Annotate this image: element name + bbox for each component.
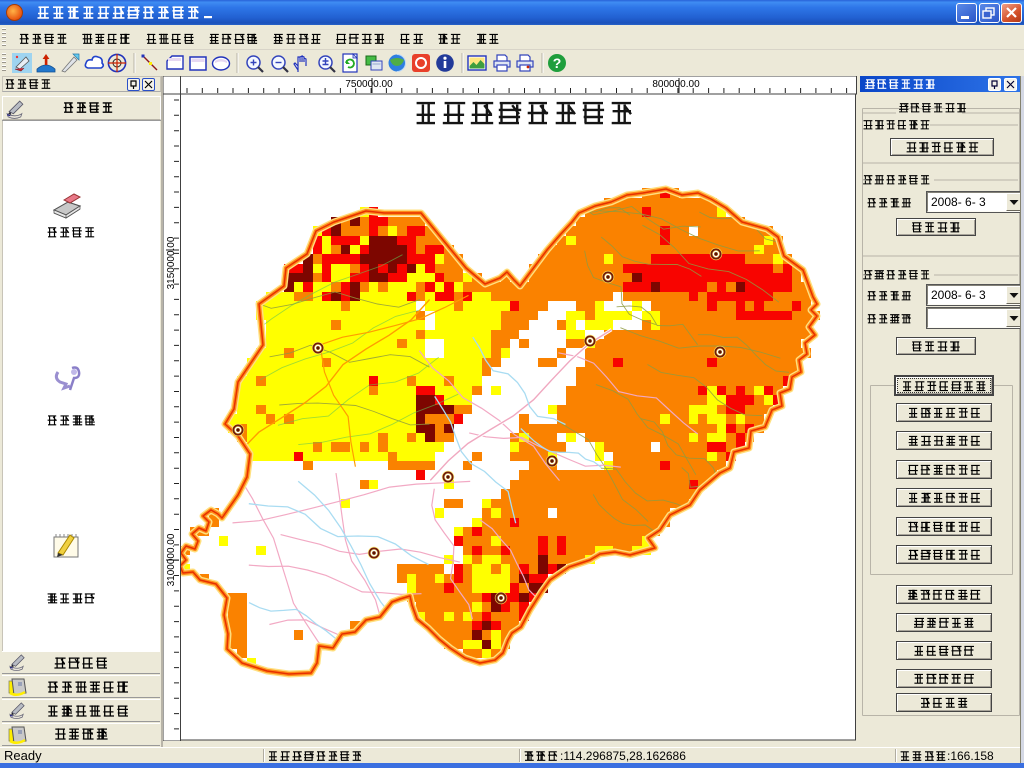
svg-text::166.158: :166.158 (947, 749, 994, 763)
svg-text::114.296875,28.162686: :114.296875,28.162686 (560, 749, 686, 763)
svg-text:?: ? (553, 55, 562, 71)
svg-text:Ready: Ready (4, 748, 42, 763)
